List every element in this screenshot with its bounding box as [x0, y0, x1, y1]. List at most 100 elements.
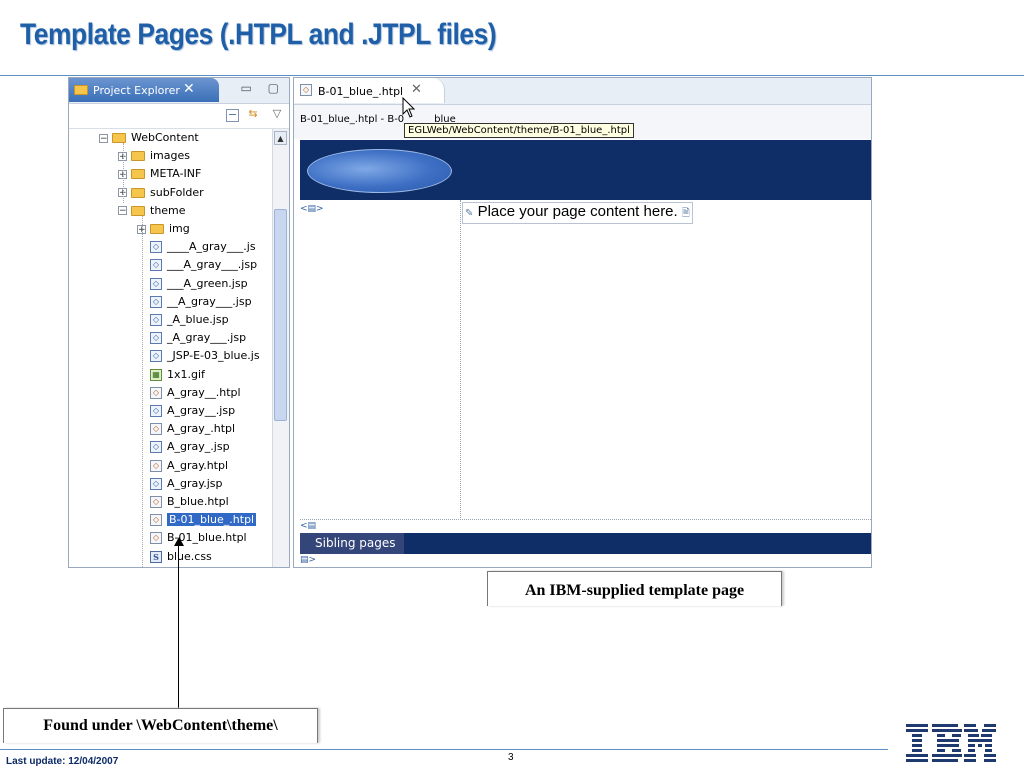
- gif-file-icon: ▦: [150, 368, 162, 381]
- folder-icon: [131, 169, 145, 180]
- tree-item[interactable]: ◇ ___A_gray___.jsp: [150, 256, 257, 274]
- tree-item-label: ____A_gray___.js: [167, 240, 256, 254]
- view-menu-icon[interactable]: ▽: [270, 107, 284, 121]
- collapse-all-icon[interactable]: −: [226, 109, 239, 122]
- jsp-file-icon: ◇: [150, 477, 162, 490]
- tree-item[interactable]: ◇ A_gray_.htpl: [150, 420, 235, 438]
- tree-item[interactable]: ◇ B_blue.htpl: [150, 493, 229, 511]
- htpl-file-icon: ◇: [150, 514, 162, 527]
- end-marker-icon: ▤>: [300, 555, 317, 565]
- tree-item-label: theme: [150, 203, 186, 217]
- tree-item-label: ___A_green.jsp: [167, 276, 248, 290]
- tree-item[interactable]: ◇ B-01_blue_.htpl: [150, 511, 257, 529]
- nav-marker-icon: <▤>: [300, 204, 324, 214]
- htpl-file-icon: ◇: [150, 459, 162, 472]
- jsp-file-icon: ◇: [150, 277, 162, 290]
- tree-item[interactable]: ◇ A_gray.htpl: [150, 457, 228, 475]
- editor-panel: ◇ B-01_blue_.htpl ✕ B-01_blue_.htpl - B-…: [293, 77, 872, 568]
- jsp-file-icon: ◇: [150, 405, 162, 417]
- project-explorer-toolbar: − ⇆ ▽: [69, 104, 289, 129]
- tree-item-label: A_gray_.htpl: [167, 422, 236, 436]
- jsp-file-icon: ◇: [150, 314, 162, 326]
- tree-item[interactable]: ◇ __A_gray___.jsp: [150, 293, 252, 311]
- footer-divider: [0, 749, 888, 750]
- title-divider: [0, 75, 1024, 76]
- edit-icon: ✎: [465, 208, 474, 219]
- tab-b01-blue-htpl[interactable]: ◇ B-01_blue_.htpl ✕: [294, 78, 445, 103]
- editor-subtitle-text: B-01_blue_.htpl - B-0: [300, 114, 405, 125]
- tree-item[interactable]: Sblue.css: [150, 548, 212, 566]
- tree-item-label: _A_blue.jsp: [167, 313, 229, 326]
- scroll-up-icon[interactable]: ▲: [274, 131, 287, 145]
- tree-item[interactable]: + img: [137, 220, 190, 238]
- tree-item[interactable]: ◇ ___A_green.jsp: [150, 275, 248, 293]
- tree-item-label: A_gray__.jsp: [167, 404, 236, 417]
- project-explorer-tabbar: Project Explorer ✕ ▭ ▢: [69, 78, 289, 104]
- tree-item[interactable]: ◇ A_gray.jsp: [150, 475, 222, 493]
- folder-icon: [131, 151, 145, 162]
- project-tree: − WebContent + images + META-INF + subFolder − th…: [69, 129, 272, 567]
- htpl-file-icon: ◇: [150, 496, 162, 508]
- htpl-file-icon: ◇: [150, 532, 162, 545]
- banner-logo-oval: [307, 149, 452, 193]
- sibling-pages-label[interactable]: Sibling pages: [300, 533, 404, 554]
- tree-item[interactable]: ▦ 1x1.gif: [150, 366, 205, 384]
- vertical-scrollbar[interactable]: ▲: [272, 129, 289, 567]
- link-with-editor-icon[interactable]: ⇆: [246, 107, 260, 121]
- tree-item[interactable]: − WebContent: [99, 129, 199, 147]
- ibm-logo: [906, 724, 996, 762]
- tree-item[interactable]: + META-INF: [118, 165, 201, 183]
- tree-item-label: blue.css: [167, 549, 212, 563]
- content-area[interactable]: ✎ Place your page content here. 🗎: [462, 202, 693, 224]
- content-placeholder: Place your page content here.: [477, 203, 678, 220]
- tree-item-label: images: [150, 149, 190, 163]
- css-file-icon: S: [150, 550, 162, 563]
- folder-icon: [150, 224, 164, 234]
- jsp-file-icon: ◇: [150, 241, 162, 254]
- location-callout: Found under \WebContent\theme\: [3, 708, 318, 743]
- close-icon[interactable]: ✕: [411, 82, 422, 97]
- content-divider: [300, 519, 871, 521]
- arrow-line: [178, 543, 179, 709]
- slide-title: Template Pages (.HTPL and .JTPL files): [20, 18, 497, 51]
- htpl-file-icon: ◇: [150, 423, 162, 436]
- collapse-icon[interactable]: −: [118, 206, 127, 216]
- tree-item-label: A_gray.htpl: [167, 458, 229, 472]
- project-explorer-icon: [74, 85, 88, 95]
- editor-tabbar: ◇ B-01_blue_.htpl ✕: [294, 78, 871, 105]
- arrow-head: [174, 537, 184, 546]
- scrollbar-thumb[interactable]: [274, 209, 287, 421]
- tree-item-label: _JSP-E-03_blue.js: [167, 349, 260, 363]
- file-path-tooltip: EGLWeb/WebContent/theme/B-01_blue_.htpl: [404, 123, 634, 138]
- tree-item-label: img: [169, 222, 190, 235]
- tree-item[interactable]: ◇ A_gray__.htpl: [150, 384, 241, 402]
- htpl-file-icon: ◇: [300, 84, 312, 96]
- tree-item[interactable]: ◇ A_gray_.jsp: [150, 438, 230, 456]
- tree-item[interactable]: ◇ _JSP-E-03_blue.js: [150, 347, 260, 365]
- page-number: 3: [508, 752, 514, 763]
- jsp-file-icon: ◇: [150, 259, 162, 272]
- editor-tab-label: B-01_blue_.htpl: [318, 85, 404, 98]
- tree-item-label: WebContent: [131, 131, 199, 144]
- tree-item-label: A_gray_.jsp: [167, 440, 230, 454]
- folder-icon: [112, 133, 126, 143]
- tree-item[interactable]: ◇ A_gray__.jsp: [150, 402, 235, 420]
- tab-project-explorer[interactable]: Project Explorer ✕: [69, 78, 219, 102]
- jsp-file-icon: ◇: [150, 350, 162, 363]
- tab-project-explorer-label: Project Explorer: [93, 84, 180, 97]
- tree-item-label: B-01_blue_.htpl: [167, 513, 257, 527]
- tree-guide-line: [142, 216, 143, 567]
- tree-item[interactable]: ◇ _A_gray___.jsp: [150, 329, 246, 347]
- tree-item[interactable]: ◇ B-01_blue.htpl: [150, 529, 247, 547]
- tree-item[interactable]: ◇ _A_blue.jsp: [150, 311, 229, 329]
- collapse-icon[interactable]: −: [99, 133, 108, 143]
- tree-item[interactable]: − theme: [118, 202, 186, 220]
- tree-item[interactable]: ◇ ____A_gray___.js: [150, 238, 256, 256]
- tree-item-label: __A_gray___.jsp: [167, 294, 252, 308]
- tree-item[interactable]: + images: [118, 147, 190, 165]
- tree-item-label: A_gray.jsp: [167, 476, 223, 490]
- minimize-maximize-buttons[interactable]: ▭ ▢: [241, 81, 286, 95]
- tree-item-label: 1x1.gif: [167, 367, 205, 381]
- tree-item[interactable]: + subFolder: [118, 184, 204, 202]
- close-icon[interactable]: ✕: [183, 81, 195, 97]
